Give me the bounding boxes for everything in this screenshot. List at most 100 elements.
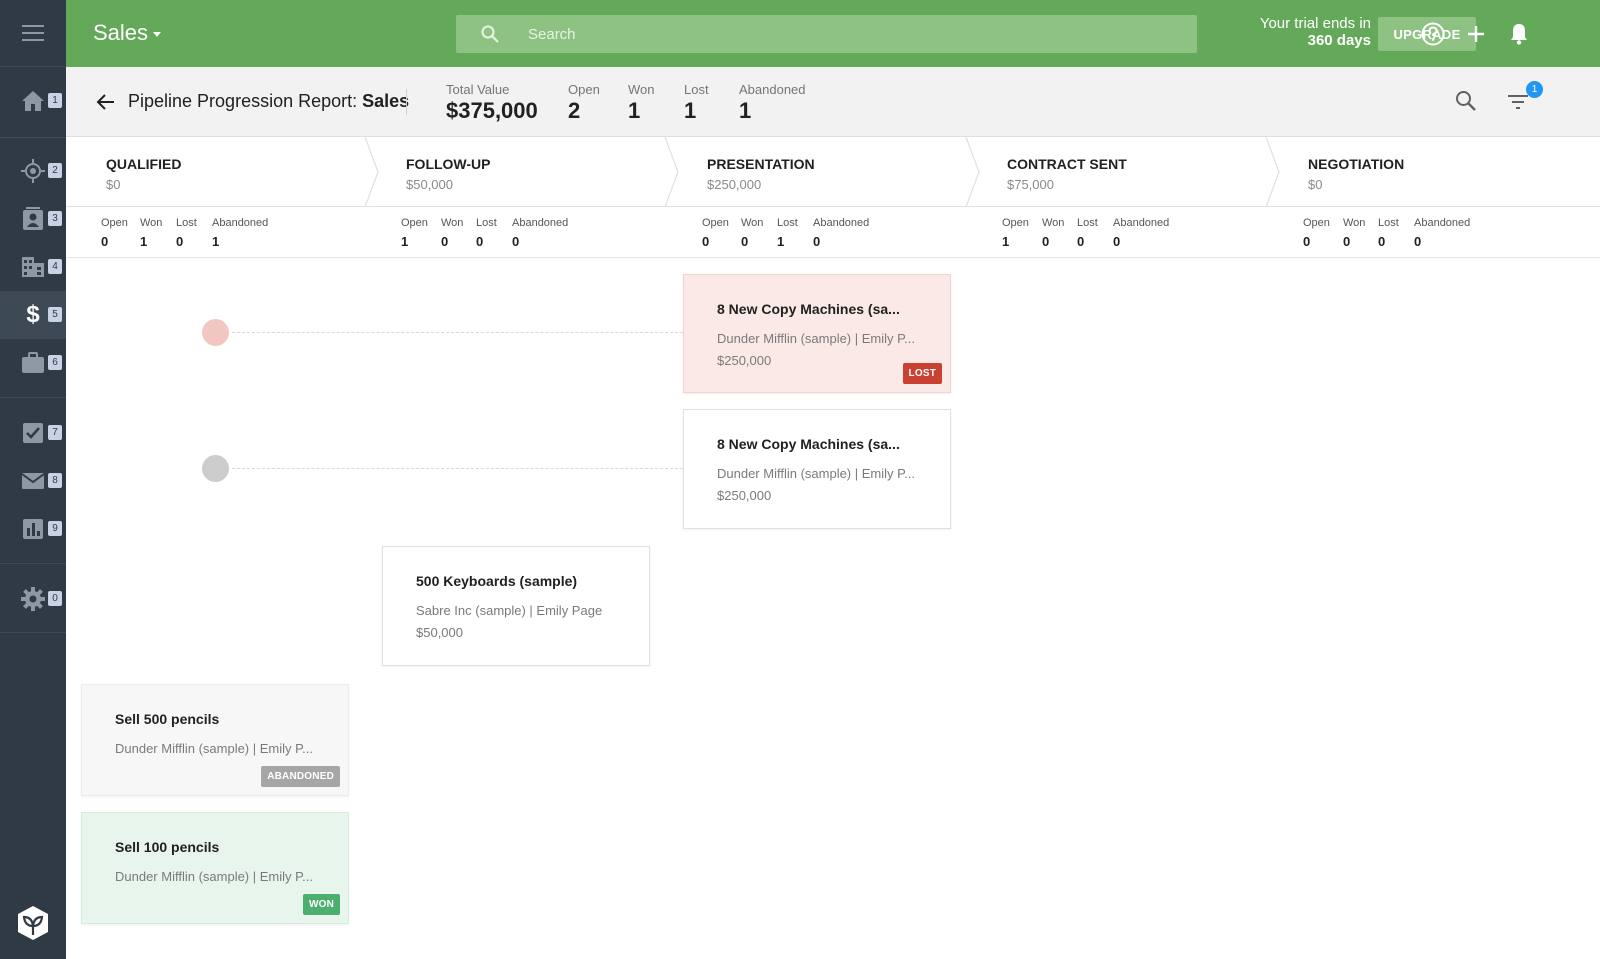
progression-line bbox=[232, 332, 683, 333]
stage-chevron bbox=[965, 137, 980, 207]
stage-substats-row: Open 0 Won 1 Lost 0 Abandoned 1 Open 1 Won 0 L… bbox=[66, 207, 1600, 258]
deal-card[interactable]: Sell 100 pencils Dunder Mifflin (sample)… bbox=[81, 812, 349, 924]
sidebar-shortcut: 7 bbox=[48, 425, 62, 440]
dollar-icon: $ bbox=[26, 301, 40, 328]
substat-open: Open 0 bbox=[702, 217, 729, 249]
sidebar-item-contacts[interactable]: 3 bbox=[0, 195, 66, 243]
chevron-down-icon bbox=[153, 31, 162, 37]
sidebar-shortcut: 8 bbox=[48, 473, 62, 488]
sidebar: 1 2 3 4 $ 5 6 7 8 9 0 bbox=[0, 0, 66, 959]
briefcase-icon bbox=[22, 352, 44, 373]
substat-value: 0 bbox=[702, 234, 710, 249]
sidebar-item-leads[interactable]: 2 bbox=[0, 147, 66, 195]
sidebar-shortcut: 5 bbox=[48, 307, 62, 322]
substat-value: 0 bbox=[741, 234, 749, 249]
stat-lost: Lost 1 bbox=[684, 82, 709, 124]
stat-label: Won bbox=[628, 82, 655, 97]
stage-name: PRESENTATION bbox=[707, 156, 815, 172]
sidebar-item-home[interactable]: 1 bbox=[0, 77, 66, 125]
substat-label: Abandoned bbox=[813, 217, 870, 229]
substat-lost: Lost 0 bbox=[1077, 217, 1098, 249]
substat-value: 0 bbox=[1414, 234, 1422, 249]
substat-abandoned: Abandoned 0 bbox=[1113, 217, 1169, 249]
substat-label: Won bbox=[140, 217, 163, 229]
add-icon[interactable] bbox=[1463, 21, 1489, 47]
back-arrow-icon[interactable] bbox=[96, 92, 116, 112]
stage-chevron bbox=[1265, 137, 1280, 207]
search-icon bbox=[481, 25, 499, 43]
substat-label: Lost bbox=[1378, 217, 1399, 229]
substat-value: 1 bbox=[1002, 234, 1010, 249]
stat-value: $375,000 bbox=[446, 98, 538, 123]
menu-button[interactable] bbox=[0, 0, 66, 67]
app-logo[interactable] bbox=[15, 905, 51, 941]
substat-label: Open bbox=[1303, 217, 1330, 229]
substat-label: Open bbox=[702, 217, 729, 229]
sidebar-item-opportunities[interactable]: $ 5 bbox=[0, 291, 66, 339]
sidebar-item-tasks[interactable]: 7 bbox=[0, 409, 66, 457]
gear-icon bbox=[21, 587, 45, 611]
deal-title: Sell 500 pencils bbox=[115, 711, 220, 727]
help-icon[interactable] bbox=[1420, 21, 1446, 47]
deal-value: $250,000 bbox=[717, 488, 772, 503]
deal-card[interactable]: 8 New Copy Machines (sa... Dunder Miffli… bbox=[683, 409, 951, 529]
substat-abandoned: Abandoned 0 bbox=[512, 217, 568, 249]
deal-subtitle: Sabre Inc (sample) | Emily Page bbox=[416, 603, 603, 618]
substat-lost: Lost 0 bbox=[176, 217, 197, 249]
substat-value: 1 bbox=[777, 234, 785, 249]
substat-label: Lost bbox=[1077, 217, 1098, 229]
sidebar-item-reports[interactable]: 9 bbox=[0, 505, 66, 553]
status-badge: LOST bbox=[902, 363, 942, 384]
top-bar: Sales Your trial ends in 360 days UPGRAD… bbox=[66, 0, 1600, 67]
sidebar-item-settings[interactable]: 0 bbox=[0, 575, 66, 623]
leaf-logo-icon bbox=[18, 906, 48, 940]
substat-value: 0 bbox=[1077, 234, 1085, 249]
progression-dot bbox=[202, 319, 229, 346]
substat-lost: Lost 0 bbox=[1378, 217, 1399, 249]
substat-value: 0 bbox=[1343, 234, 1351, 249]
search-box bbox=[456, 15, 1197, 53]
deal-title: 8 New Copy Machines (sa... bbox=[717, 301, 900, 317]
status-badge: WON bbox=[302, 894, 340, 915]
substat-value: 0 bbox=[813, 234, 821, 249]
substat-won: Won 1 bbox=[140, 217, 162, 249]
substat-label: Open bbox=[1002, 217, 1029, 229]
stage-name: CONTRACT SENT bbox=[1007, 156, 1127, 172]
substat-value: 0 bbox=[1113, 234, 1121, 249]
report-header: Pipeline Progression Report: Sales Total… bbox=[66, 67, 1600, 137]
progression-dot bbox=[202, 455, 229, 482]
deal-card[interactable]: Sell 500 pencils Dunder Mifflin (sample)… bbox=[81, 684, 349, 796]
stage-value: $75,000 bbox=[1007, 177, 1054, 192]
home-icon bbox=[22, 91, 44, 111]
substat-label: Won bbox=[441, 217, 464, 229]
stage-value: $0 bbox=[106, 177, 121, 192]
stat-value: 1 bbox=[684, 98, 697, 123]
contacts-icon bbox=[23, 207, 43, 230]
deal-card[interactable]: 8 New Copy Machines (sa... Dunder Miffli… bbox=[683, 274, 951, 393]
substat-value: 0 bbox=[1303, 234, 1311, 249]
search-input[interactable] bbox=[528, 15, 1168, 53]
substat-label: Open bbox=[401, 217, 428, 229]
checkbox-icon bbox=[23, 423, 43, 443]
sidebar-shortcut: 2 bbox=[48, 163, 62, 178]
search-icon[interactable] bbox=[1454, 89, 1478, 113]
trial-days: 360 days bbox=[1307, 32, 1371, 49]
stage-row: QUALIFIED $0 FOLLOW-UP $50,000 PRESENTAT… bbox=[66, 137, 1600, 207]
stat-value: 2 bbox=[568, 98, 581, 123]
sidebar-item-projects[interactable]: 6 bbox=[0, 339, 66, 387]
stat-value: 1 bbox=[628, 98, 641, 123]
stat-label: Lost bbox=[684, 82, 709, 97]
app-switcher[interactable]: Sales bbox=[93, 20, 162, 46]
substat-value: 1 bbox=[212, 234, 220, 249]
substat-lost: Lost 0 bbox=[476, 217, 497, 249]
sidebar-shortcut: 0 bbox=[48, 591, 62, 606]
sidebar-item-email[interactable]: 8 bbox=[0, 457, 66, 505]
substat-label: Open bbox=[101, 217, 128, 229]
substat-label: Abandoned bbox=[1113, 217, 1170, 229]
deal-card[interactable]: 500 Keyboards (sample) Sabre Inc (sample… bbox=[382, 546, 650, 666]
stage-value: $250,000 bbox=[707, 177, 762, 192]
stat-label: Abandoned bbox=[739, 82, 806, 97]
bell-icon[interactable] bbox=[1506, 21, 1532, 47]
sidebar-item-organizations[interactable]: 4 bbox=[0, 243, 66, 291]
mail-icon bbox=[21, 473, 45, 489]
